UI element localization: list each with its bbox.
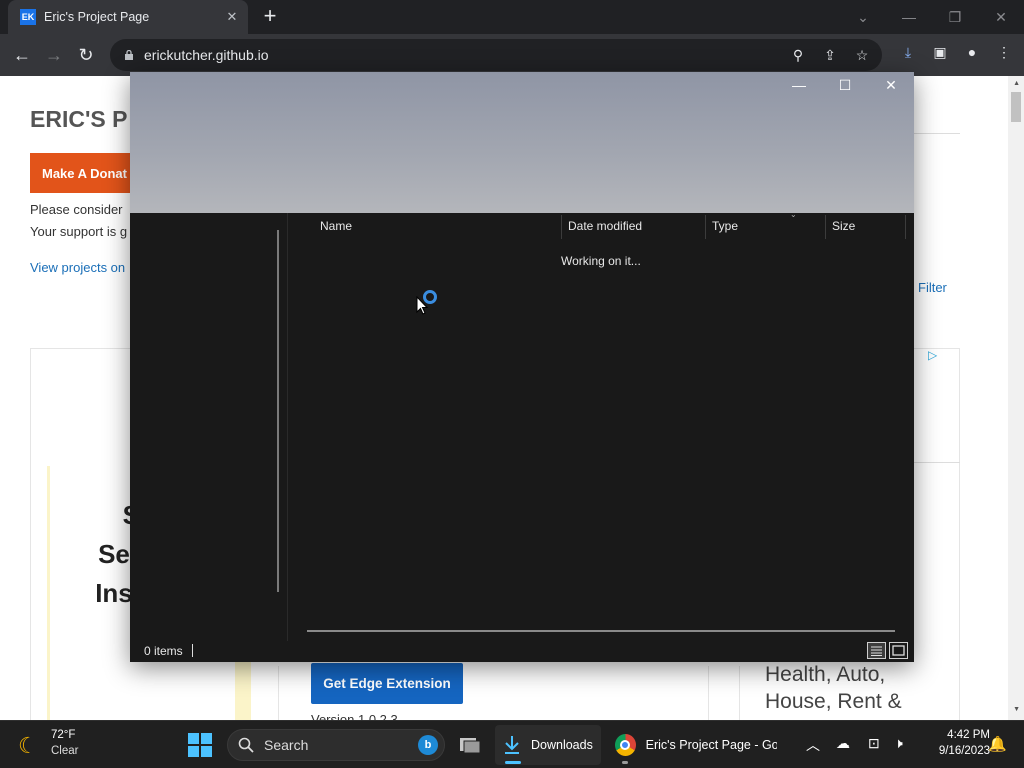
file-dialog: — ☐ ✕ Name ⌄ Date modified Type Size Wor… [130,72,914,662]
column-separator[interactable] [905,215,906,239]
task-view-icon[interactable] [458,735,482,755]
network-icon[interactable]: ⊡ [868,735,880,752]
minimize-button[interactable]: — [886,9,932,25]
bookmark-star-icon[interactable]: ☆ [852,47,872,64]
details-view-icon[interactable] [867,642,886,659]
page-scrollbar[interactable]: ▲ ▼ [1008,76,1024,720]
tray-overflow-chevron-icon[interactable]: ︿ [806,735,820,755]
dialog-close-button[interactable]: ✕ [868,72,914,98]
reload-button[interactable]: ↻ [70,39,102,71]
start-button[interactable] [188,733,212,757]
divider [192,644,193,657]
side-panel-icon[interactable]: ▣ [930,44,950,61]
chrome-window-label: Eric's Project Page - Goo [645,738,777,752]
items-count: 0 items [144,644,183,658]
weather-condition[interactable]: Clear [51,745,78,757]
restore-button[interactable]: ❐ [932,9,978,26]
page-title: ERIC'S P [30,106,128,132]
ad-headline-line-2: House, Rent & [765,690,902,713]
browser-window-controls: ⌄ — ❐ ✕ [840,0,1024,34]
windows-taskbar: ☾ 72°F Clear Search b Downloads Eric's P… [0,720,1024,768]
url-text: erickutcher.github.io [144,47,269,63]
scroll-thumb[interactable] [1011,92,1021,122]
ad-headline-line-1: Health, Auto, [765,663,886,686]
taskbar-downloads[interactable]: Downloads [495,725,601,765]
lock-icon [125,50,133,60]
support-text-2: Your support is g [30,224,128,239]
pane-splitter[interactable] [287,213,288,641]
filter-link[interactable]: Filter [918,280,947,295]
address-bar[interactable]: erickutcher.github.io ⚲ ⇪ ☆ [110,39,882,71]
ad-headline: Health, Auto, House, Rent & [765,661,902,715]
mouse-pointer-icon [416,296,428,315]
share-icon[interactable]: ⇪ [820,47,840,64]
download-arrow-icon [505,736,519,754]
onedrive-icon[interactable]: ☁ [836,735,850,752]
dialog-title-area: — ☐ ✕ [130,72,914,213]
divider [708,666,709,720]
divider [910,133,960,134]
profile-icon[interactable]: ● [962,44,982,61]
column-separator[interactable] [561,215,562,239]
divider [278,666,279,720]
status-bar: 0 items [130,641,914,662]
column-header: Name ⌄ Date modified Type Size [290,210,914,239]
downloads-label: Downloads [531,738,593,752]
tab-close-icon[interactable]: ✕ [224,9,240,25]
clock-date[interactable]: 9/16/2023 [920,745,990,757]
browser-tab-strip: EK Eric's Project Page ✕ + ⌄ — ❐ ✕ [0,0,1024,34]
notification-bell-icon[interactable]: 🔔 [988,735,1007,753]
tab-search-icon[interactable]: ⌄ [840,9,886,26]
browser-toolbar: ← → ↻ erickutcher.github.io ⚲ ⇪ ☆ ⤓ ▣ ● … [0,34,1024,76]
close-window-button[interactable]: ✕ [978,9,1024,26]
clock-time[interactable]: 4:42 PM [930,729,990,741]
column-separator[interactable] [825,215,826,239]
volume-muted-icon[interactable]: 🕨 [894,735,903,752]
sort-caret-icon: ⌄ [790,210,797,219]
taskbar-chrome[interactable]: Eric's Project Page - Goo [607,725,777,765]
navigation-pane[interactable] [130,213,290,641]
version-text: Version 1.0.2.3 [311,712,398,720]
taskbar-search[interactable]: Search b [227,729,445,761]
browser-tab[interactable]: EK Eric's Project Page ✕ [8,0,248,34]
search-label: Search [264,737,309,753]
horizontal-scrollbar[interactable] [307,630,895,632]
large-icons-view-icon[interactable] [889,642,908,659]
download-icon[interactable]: ⤓ [898,44,918,61]
get-edge-extension-button[interactable]: Get Edge Extension [311,663,463,704]
view-projects-link[interactable]: View projects on [30,260,125,275]
temperature[interactable]: 72°F [51,729,75,741]
divider [739,666,740,720]
column-size[interactable]: Size [832,219,855,233]
chrome-icon [615,734,636,756]
open-indicator [622,761,628,764]
promo-text-3: Insi [95,578,140,608]
zoom-search-icon[interactable]: ⚲ [788,47,808,64]
promo-text-1: S [0,500,140,531]
working-status-text: Working on it... [561,254,641,268]
bing-icon[interactable]: b [418,735,438,755]
new-tab-button[interactable]: + [258,5,282,27]
ad-choices-icon[interactable]: ▷ [928,348,937,362]
support-text-1: Please consider [30,202,123,217]
column-type[interactable]: Type [712,219,738,233]
menu-kebab-icon[interactable]: ⋮ [994,44,1014,61]
tab-title: Eric's Project Page [44,10,150,24]
nav-pane-scrollbar[interactable] [277,230,279,592]
column-name[interactable]: Name [320,219,352,233]
column-date-modified[interactable]: Date modified [568,219,642,233]
scroll-up-icon[interactable]: ▲ [1013,80,1020,87]
divider [910,462,960,463]
active-indicator [505,761,521,764]
site-favicon-icon: EK [20,9,36,25]
forward-button[interactable]: → [38,39,70,71]
promo-text-2: Ser [98,539,140,569]
moon-weather-icon[interactable]: ☾ [18,733,38,759]
dialog-minimize-button[interactable]: — [776,72,822,98]
search-icon [238,737,254,753]
back-button[interactable]: ← [6,39,38,71]
scroll-down-icon[interactable]: ▼ [1013,706,1020,713]
dialog-maximize-button[interactable]: ☐ [822,72,868,98]
column-separator[interactable] [705,215,706,239]
